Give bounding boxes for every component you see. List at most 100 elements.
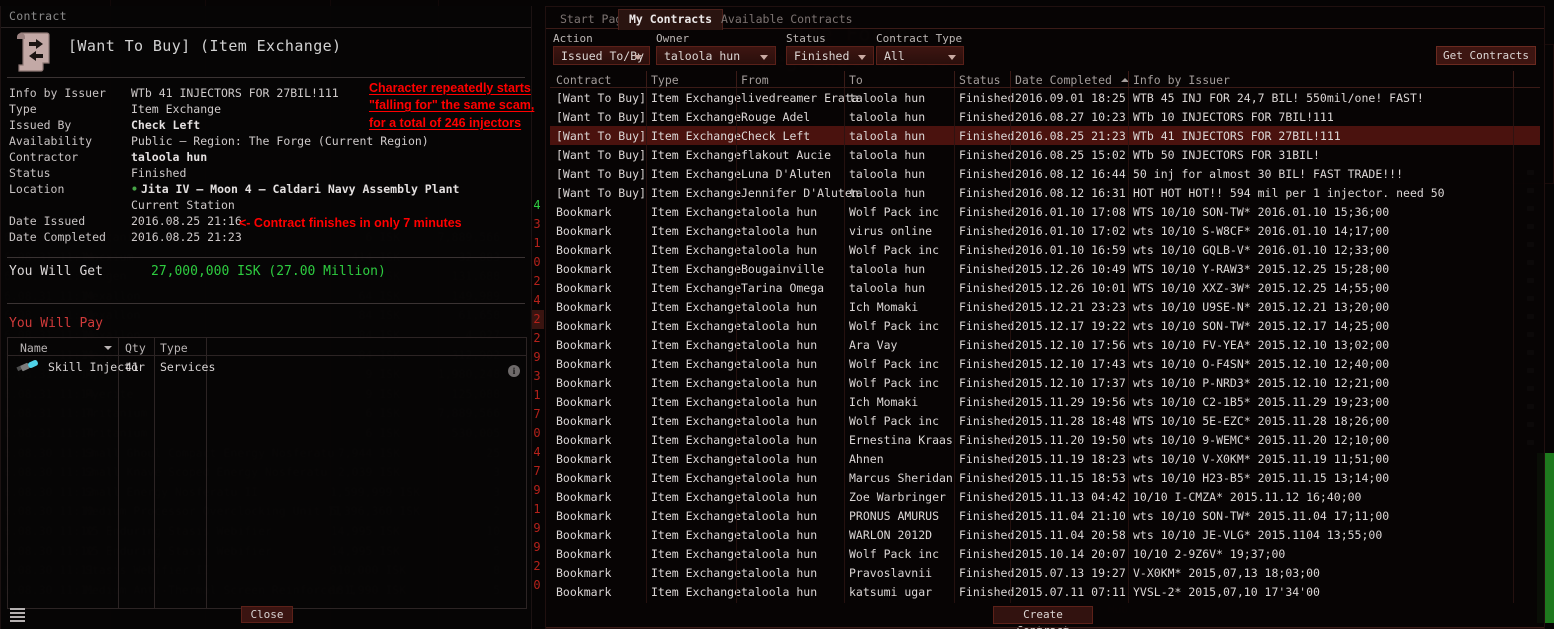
cell-from: taloola hun [741, 490, 818, 504]
cell-to: Ich Momaki [849, 395, 919, 409]
table-row[interactable]: Bookmark Item Exchange taloola hun Wolf Pac… [550, 202, 1540, 221]
cell-status: Finished [959, 452, 1015, 466]
filter-status-dropdown[interactable]: Finished [786, 46, 874, 65]
table-row[interactable]: Bookmark Item Exchange taloola hun virus on… [550, 221, 1540, 240]
table-row[interactable]: Bookmark Item Exchange taloola hun PRONUS A… [550, 506, 1540, 525]
cell-date: 2016.01.10 16:59 [1015, 243, 1126, 257]
screen: 6.08.31 11:14Tritanium6 ISK7,889,5666.08… [0, 0, 1554, 629]
table-row[interactable]: [Want To Buy] Item Exchange Rouge Adel talo… [550, 107, 1540, 126]
table-row[interactable]: Bookmark Item Exchange taloola hun Ahnen Fin… [550, 449, 1540, 468]
contract-info-value: 2016.08.25 21:23 [131, 230, 242, 244]
cell-contract: Bookmark [556, 471, 612, 485]
table-row[interactable]: Bookmark Item Exchange Tarina Omega taloola… [550, 278, 1540, 297]
cell-contract: Bookmark [556, 585, 612, 599]
background-digit: 1 [533, 388, 541, 402]
hamburger-icon[interactable] [10, 608, 25, 624]
cell-type: Item Exchange [651, 205, 742, 219]
create-contract-button[interactable]: Create Contract [993, 606, 1093, 629]
table-row[interactable]: Bookmark Item Exchange taloola hun Wolf Pac… [550, 373, 1540, 392]
col-contract[interactable]: Contract [556, 73, 611, 87]
table-row[interactable]: [Want To Buy] Item Exchange Check Left talo… [550, 126, 1540, 145]
cell-date: 2016.09.01 18:25 [1015, 91, 1126, 105]
cell-from: Bougainville [741, 262, 825, 276]
column-separator [1513, 88, 1514, 603]
table-row[interactable]: Bookmark Item Exchange taloola hun Ernestin… [550, 430, 1540, 449]
item-info-icon[interactable]: i [508, 365, 520, 377]
location-dot-icon: • [131, 182, 138, 196]
cell-status: Finished [959, 129, 1015, 143]
pay-sort-arrow-icon[interactable] [104, 346, 112, 350]
pay-table-row[interactable]: Skill Injector 41 Services [8, 356, 526, 377]
cell-info: wts 10/10 FV-YEA* 2015.12.10 13;02;00 [1133, 338, 1390, 352]
col-type[interactable]: Type [651, 73, 679, 87]
contract-title: [Want To Buy] (Item Exchange) [68, 37, 342, 55]
cell-info: wts 10/10 SON-TW* 2015.12.17 14;25;00 [1133, 319, 1390, 333]
filter-label-contract-type: Contract Type [876, 32, 963, 45]
table-row[interactable]: Bookmark Item Exchange taloola hun Zoe Warb… [550, 487, 1540, 506]
table-row[interactable]: Bookmark Item Exchange taloola hun Ich Moma… [550, 392, 1540, 411]
col-status[interactable]: Status [959, 73, 1001, 87]
cell-status: Finished [959, 376, 1015, 390]
filter-action-dropdown[interactable]: Issued To/By [553, 46, 650, 65]
cell-date: 2015.07.13 19:27 [1015, 566, 1126, 580]
cell-type: Item Exchange [651, 376, 742, 390]
table-row[interactable]: [Want To Buy] Item Exchange Jennifer D'Alu… [550, 183, 1540, 202]
cell-date: 2015.11.29 19:56 [1015, 395, 1126, 409]
cell-date: 2015.12.10 17:56 [1015, 338, 1126, 352]
cell-date: 2016.01.10 17:02 [1015, 224, 1126, 238]
you-will-get-value: 27,000,000 ISK (27.00 Million) [151, 264, 386, 279]
cell-type: Item Exchange [651, 243, 742, 257]
table-row[interactable]: Bookmark Item Exchange taloola hun Ara Vay F… [550, 335, 1540, 354]
filter-contract-type-dropdown[interactable]: All [876, 46, 964, 65]
table-row[interactable]: [Want To Buy] Item Exchange livedreamer Er… [550, 88, 1540, 107]
cell-date: 2015.11.04 20:58 [1015, 528, 1126, 542]
cell-from: taloola hun [741, 585, 818, 599]
table-row[interactable]: Bookmark Item Exchange taloola hun katsumi … [550, 582, 1540, 601]
table-row[interactable]: Bookmark Item Exchange taloola hun Wolf Pac… [550, 354, 1540, 373]
cell-contract: Bookmark [556, 509, 612, 523]
table-row[interactable]: [Want To Buy] Item Exchange Luna D'Aluten t… [550, 164, 1540, 183]
table-row[interactable]: Bookmark Item Exchange Bougainville taloola… [550, 259, 1540, 278]
col-to[interactable]: To [849, 73, 863, 87]
cell-type: Item Exchange [651, 566, 742, 580]
cell-to: Pravoslavnii [849, 566, 933, 580]
tab-available-contracts[interactable]: Available Contracts [711, 10, 863, 29]
table-row[interactable]: Bookmark Item Exchange taloola hun Wolf Pac… [550, 544, 1540, 563]
contract-info-value: Current Station [131, 198, 235, 212]
table-row[interactable]: Bookmark Item Exchange taloola hun WARLON 2… [550, 525, 1540, 544]
cell-date: 2015.12.10 17:43 [1015, 357, 1126, 371]
cell-type: Item Exchange [651, 433, 742, 447]
table-row[interactable]: Bookmark Item Exchange taloola hun Marcus S… [550, 468, 1540, 487]
background-digit: 0 [533, 426, 541, 440]
cell-from: taloola hun [741, 319, 818, 333]
cell-contract: Bookmark [556, 205, 612, 219]
col-from[interactable]: From [741, 73, 769, 87]
table-row[interactable]: Bookmark Item Exchange taloola hun Wolf Pac… [550, 316, 1540, 335]
cell-type: Item Exchange [651, 91, 742, 105]
cell-info: wts 10/10 C2-1B5* 2015.11.29 19;23;00 [1133, 395, 1390, 409]
tab-my-contracts[interactable]: My Contracts [618, 9, 724, 30]
table-row[interactable]: Bookmark Item Exchange taloola hun Ich Moma… [550, 297, 1540, 316]
cell-date: 2016.08.12 16:31 [1015, 186, 1126, 200]
cell-status: Finished [959, 471, 1015, 485]
table-row[interactable]: Bookmark Item Exchange taloola hun Wolf Pac… [550, 411, 1540, 430]
filter-owner-dropdown[interactable]: taloola hun [656, 46, 776, 65]
cell-date: 2016.08.25 15:02 [1015, 148, 1126, 162]
table-row[interactable]: Bookmark Item Exchange taloola hun Wolf Pac… [550, 240, 1540, 259]
col-date-completed[interactable]: Date Completed [1015, 73, 1112, 87]
pay-table-header: Name Qty Type [8, 338, 526, 356]
get-contracts-button[interactable]: Get Contracts [1436, 46, 1536, 65]
contract-info-label: Info by Issuer [9, 86, 106, 100]
contract-window-footer: Close [1, 601, 533, 629]
pay-col-name[interactable]: Name [20, 341, 48, 355]
table-row[interactable]: Bookmark Item Exchange taloola hun Pravosla… [550, 563, 1540, 582]
cell-status: Finished [959, 357, 1015, 371]
cell-status: Finished [959, 547, 1015, 561]
contract-info-row: Date Completed 2016.08.25 21:23 [1, 230, 533, 246]
col-info-by-issuer[interactable]: Info by Issuer [1133, 73, 1230, 87]
table-row[interactable]: [Want To Buy] Item Exchange flakout Aucie t… [550, 145, 1540, 164]
pay-col-qty[interactable]: Qty [125, 341, 146, 355]
contract-info-label: Issued By [9, 118, 72, 132]
close-button[interactable]: Close [241, 606, 293, 623]
pay-col-type[interactable]: Type [160, 341, 188, 355]
